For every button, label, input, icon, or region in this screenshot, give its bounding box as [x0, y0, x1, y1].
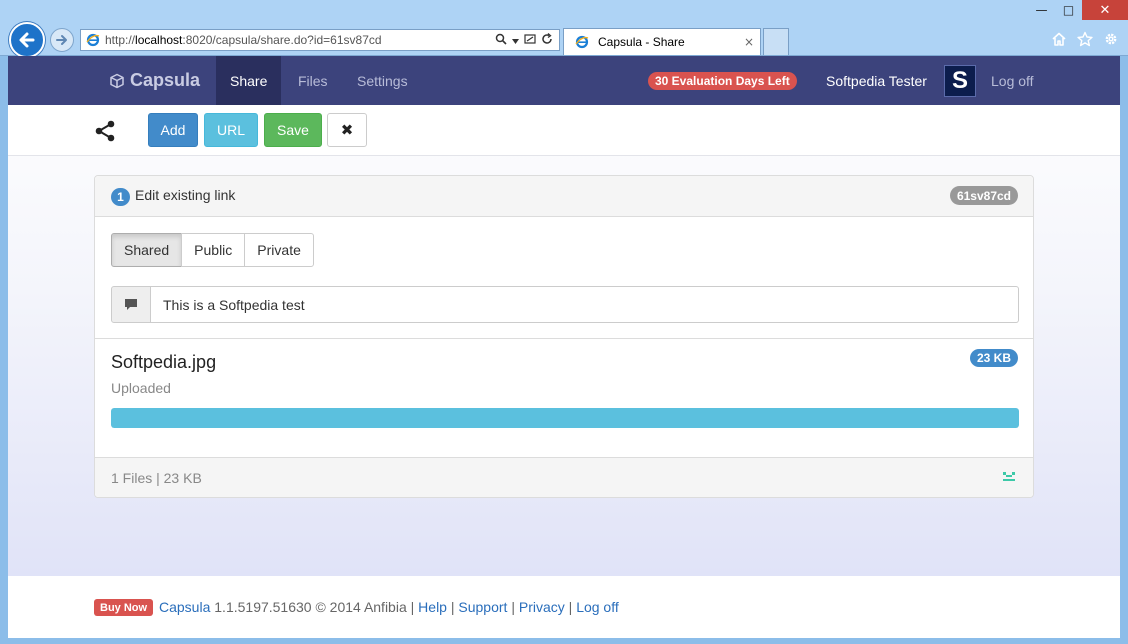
- tab-title: Capsula - Share: [598, 35, 685, 49]
- nav-share[interactable]: Share: [216, 56, 282, 105]
- file-name: Softpedia.jpg: [111, 352, 217, 372]
- buy-now-button[interactable]: Buy Now: [94, 599, 154, 616]
- visibility-toggle: Shared Public Private: [111, 233, 314, 267]
- address-host: localhost: [135, 33, 183, 47]
- browser-tab[interactable]: Capsula - Share ×: [563, 28, 761, 55]
- arrow-left-icon: [19, 32, 35, 48]
- add-button[interactable]: Add: [148, 113, 198, 147]
- comment-input-group: [111, 286, 1019, 323]
- link-id-badge: 61sv87cd: [949, 186, 1018, 205]
- visibility-private-button[interactable]: Private: [244, 233, 314, 267]
- nav-files[interactable]: Files: [284, 56, 342, 105]
- file-size-badge: 23 KB: [969, 349, 1018, 367]
- visibility-shared-button[interactable]: Shared: [111, 233, 183, 267]
- step-badge: 1: [111, 188, 130, 206]
- maximize-button[interactable]: □: [1055, 0, 1082, 20]
- page-viewport: Capsula Share Files Settings 30 Evaluati…: [8, 56, 1120, 638]
- edit-link-panel: 1 Edit existing link 61sv87cd Shared Pub…: [94, 175, 1034, 498]
- back-button[interactable]: [9, 22, 45, 58]
- visibility-public-button[interactable]: Public: [181, 233, 246, 267]
- settings-gear-icon[interactable]: [1102, 30, 1120, 48]
- footer-separator: |: [507, 599, 519, 615]
- panel-header: 1 Edit existing link 61sv87cd: [95, 176, 1033, 217]
- evaluation-days-badge: 30 Evaluation Days Left: [648, 72, 797, 90]
- address-text[interactable]: http://localhost:8020/capsula/share.do?i…: [105, 33, 495, 47]
- tab-ie-icon: [574, 34, 590, 50]
- user-name[interactable]: Softpedia Tester: [826, 56, 927, 105]
- comment-icon: [125, 299, 137, 310]
- files-summary: 1 Files | 23 KB: [111, 470, 202, 486]
- cancel-button[interactable]: ✖: [327, 113, 367, 147]
- share-icon: [95, 120, 115, 142]
- panel-footer: 1 Files | 23 KB: [95, 457, 1033, 497]
- brand-name: Capsula: [130, 70, 201, 90]
- page-footer: Buy Now Capsula 1.1.5197.51630 © 2014 An…: [8, 576, 1120, 638]
- comment-input[interactable]: [151, 286, 1019, 323]
- close-window-button[interactable]: ✕: [1082, 0, 1128, 20]
- ie-page-icon: [85, 32, 101, 48]
- logoff-link[interactable]: Log off: [991, 56, 1034, 105]
- address-scheme: http://: [105, 33, 136, 47]
- upload-progress: [111, 408, 1019, 428]
- footer-logoff-link[interactable]: Log off: [576, 599, 619, 615]
- collapse-icon[interactable]: [1001, 470, 1017, 484]
- address-tools: [495, 32, 559, 48]
- footer-separator: |: [446, 599, 459, 615]
- footer-help-link[interactable]: Help: [418, 599, 447, 615]
- footer-separator: |: [564, 599, 577, 615]
- footer-version: 1.1.5197.51630 © 2014 Anfibia: [210, 599, 411, 615]
- compatibility-view-icon[interactable]: [524, 33, 536, 48]
- nav-settings[interactable]: Settings: [343, 56, 422, 105]
- footer-support-link[interactable]: Support: [458, 599, 507, 615]
- home-icon[interactable]: [1050, 30, 1068, 48]
- comment-addon: [111, 286, 151, 323]
- upload-progress-bar: [111, 408, 1019, 428]
- footer-product-link[interactable]: Capsula: [159, 599, 210, 615]
- app-navbar: Capsula Share Files Settings 30 Evaluati…: [8, 56, 1120, 105]
- panel-title: Edit existing link: [135, 187, 236, 203]
- footer-line: Capsula 1.1.5197.51630 © 2014 Anfibia | …: [159, 599, 619, 615]
- address-path: :8020/capsula/share.do?id=61sv87cd: [182, 33, 382, 47]
- address-bar[interactable]: http://localhost:8020/capsula/share.do?i…: [80, 29, 560, 51]
- avatar[interactable]: S: [944, 65, 976, 97]
- browser-chrome: — □ ✕ http://localhost:8020/capsula/shar…: [0, 0, 1128, 58]
- refresh-icon[interactable]: [541, 32, 553, 48]
- panel-divider: [95, 338, 1033, 339]
- window-controls: — □ ✕: [1028, 0, 1128, 20]
- search-icon[interactable]: [495, 33, 507, 48]
- favorites-star-icon[interactable]: [1076, 30, 1094, 48]
- brand-link[interactable]: Capsula: [109, 56, 200, 105]
- cube-logo-icon: [110, 73, 124, 88]
- action-toolbar: Add URL Save ✖: [8, 105, 1120, 156]
- dropdown-arrow-icon[interactable]: [512, 34, 519, 47]
- tab-close-icon[interactable]: ×: [744, 35, 754, 49]
- footer-privacy-link[interactable]: Privacy: [519, 599, 565, 615]
- url-button[interactable]: URL: [204, 113, 258, 147]
- new-tab-button[interactable]: [763, 28, 789, 55]
- arrow-right-icon: [56, 35, 67, 45]
- minimize-button[interactable]: —: [1028, 0, 1055, 20]
- browser-right-icons: [1050, 30, 1120, 48]
- forward-button[interactable]: [50, 28, 74, 52]
- save-button[interactable]: Save: [264, 113, 322, 147]
- file-status: Uploaded: [111, 380, 171, 396]
